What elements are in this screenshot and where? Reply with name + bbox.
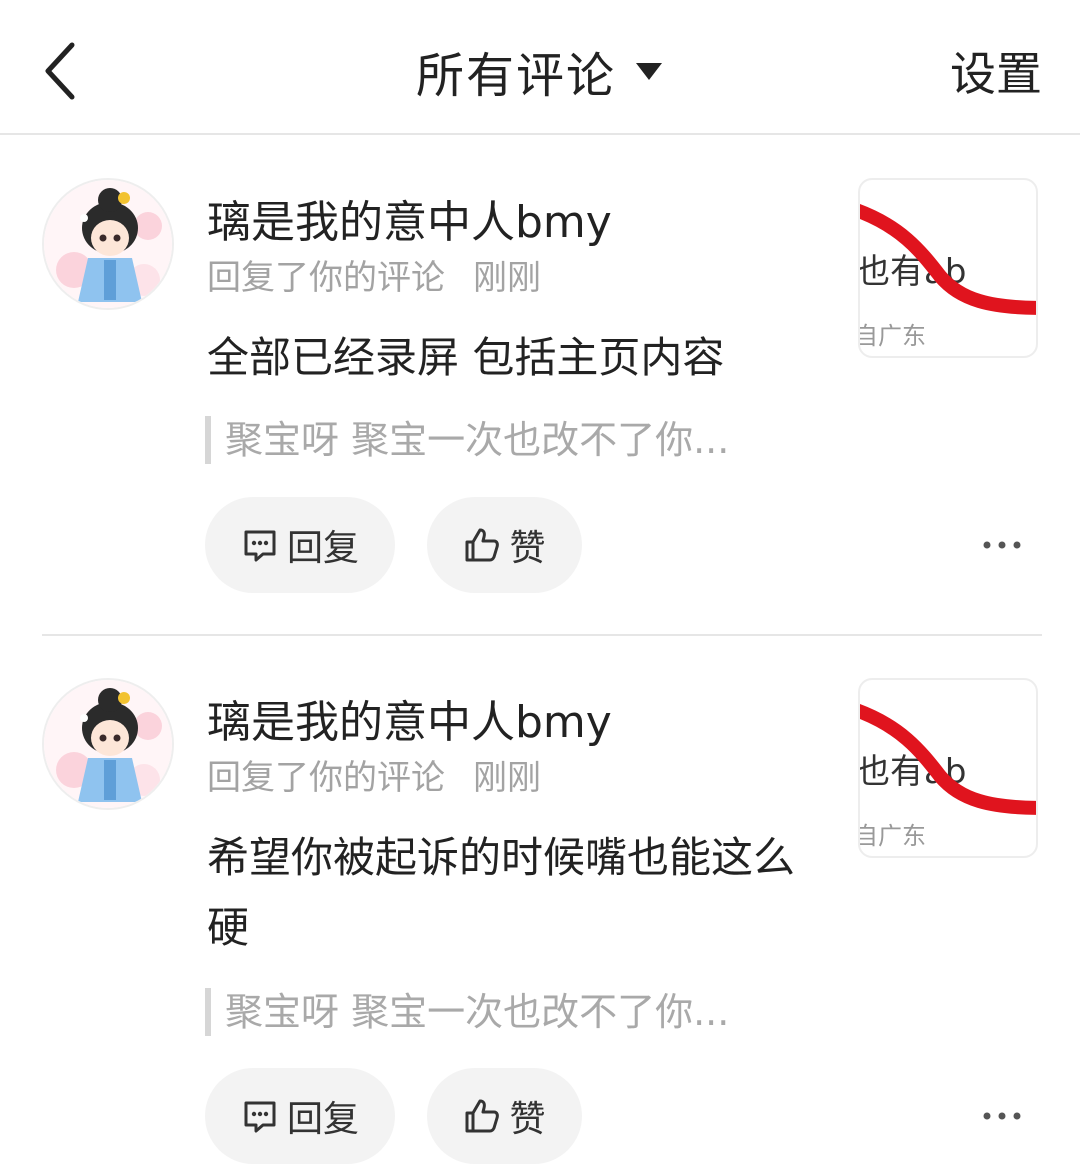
page-title: 所有评论 — [415, 48, 616, 104]
comment-filter-dropdown[interactable]: 所有评论 — [0, 36, 1080, 106]
settings-button[interactable]: 设置 — [950, 36, 1042, 106]
comment-username[interactable]: 璃是我的意中人bmy — [207, 686, 612, 750]
caret-down-icon — [636, 63, 662, 80]
comment-time: 刚刚 — [473, 258, 541, 298]
comment-action-text: 回复了你的评论 — [207, 758, 445, 798]
like-button[interactable]: 赞 — [427, 497, 582, 593]
reply-button[interactable]: 回复 — [205, 497, 395, 593]
more-options-button[interactable] — [972, 525, 1032, 565]
more-dots-icon — [983, 1112, 1021, 1120]
thumbs-up-icon — [465, 1099, 500, 1133]
avatar-image — [44, 680, 172, 808]
avatar[interactable] — [42, 178, 174, 310]
comment-bubble-icon — [244, 1101, 276, 1133]
comment-action-text: 回复了你的评论 — [207, 258, 445, 298]
like-label: 赞 — [509, 528, 546, 569]
reply-label: 回复 — [286, 1099, 359, 1140]
like-label: 赞 — [509, 1099, 546, 1140]
red-scribble-mark — [860, 204, 1036, 315]
comment-content[interactable]: 全部已经录屏 包括主页内容 — [207, 323, 807, 393]
more-options-button[interactable] — [972, 1096, 1032, 1136]
comment-divider — [42, 634, 1042, 636]
comment-username[interactable]: 璃是我的意中人bmy — [207, 186, 612, 250]
quoted-comment[interactable]: 聚宝呀 聚宝一次也改不了你... — [205, 988, 729, 1036]
reply-label: 回复 — [286, 528, 359, 569]
top-nav-bar: 所有评论 设置 — [0, 0, 1080, 135]
red-scribble-mark — [860, 704, 1036, 815]
comment-bubble-icon — [244, 530, 276, 562]
thumbs-up-icon — [465, 528, 500, 562]
reply-button[interactable]: 回复 — [205, 1068, 395, 1164]
post-thumbnail[interactable]: 也有ab 自广东 — [858, 678, 1038, 858]
comment-content[interactable]: 希望你被起诉的时候嘴也能这么硬 — [207, 823, 807, 963]
avatar-image — [44, 180, 172, 308]
post-thumbnail[interactable]: 也有ab 自广东 — [858, 178, 1038, 358]
quoted-comment[interactable]: 聚宝呀 聚宝一次也改不了你... — [205, 416, 729, 464]
comment-time: 刚刚 — [473, 758, 541, 798]
comment-meta: 回复了你的评论 刚刚 — [207, 250, 541, 299]
like-button[interactable]: 赞 — [427, 1068, 582, 1164]
comment-meta: 回复了你的评论 刚刚 — [207, 750, 541, 799]
more-dots-icon — [983, 541, 1021, 549]
avatar[interactable] — [42, 678, 174, 810]
